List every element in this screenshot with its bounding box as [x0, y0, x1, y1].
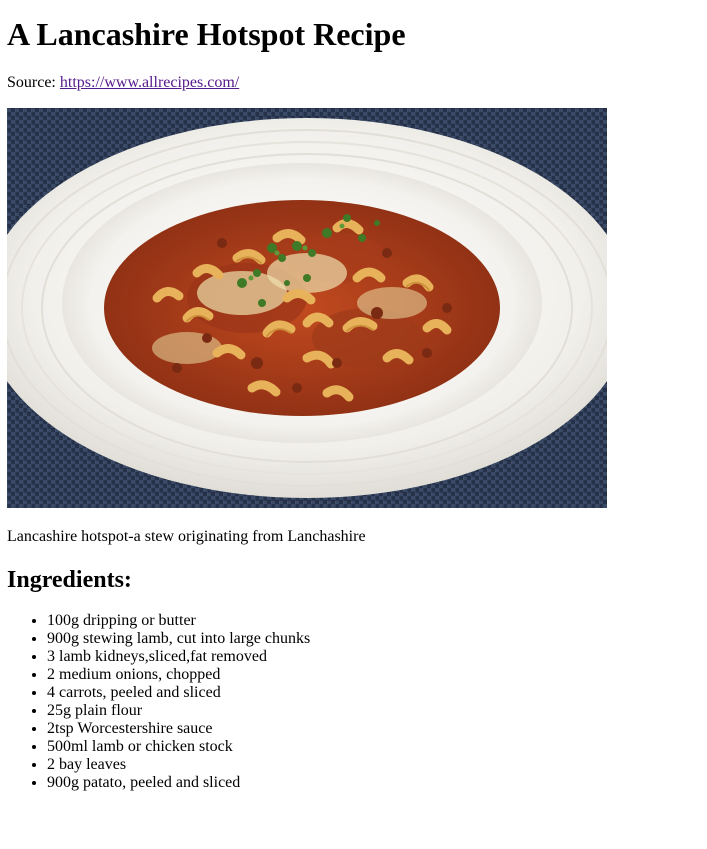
ingredients-list: 100g dripping or butter 900g stewing lam…	[7, 612, 310, 792]
ingredient-item: 900g stewing lamb, cut into large chunks	[47, 630, 310, 648]
ingredient-item: 2 medium onions, chopped	[47, 666, 310, 684]
ingredient-item: 25g plain flour	[47, 702, 310, 720]
ingredient-item: 3 lamb kidneys,sliced,fat removed	[47, 648, 310, 666]
page-title: A Lancashire Hotspot Recipe	[7, 16, 406, 52]
ingredient-item: 4 carrots, peeled and sliced	[47, 684, 310, 702]
stew-food	[104, 200, 500, 416]
ingredients-heading: Ingredients:	[7, 567, 132, 593]
source-link[interactable]: https://www.allrecipes.com/	[60, 74, 239, 91]
ingredient-item: 900g patato, peeled and sliced	[47, 774, 310, 792]
photo-caption: Lancashire hotspot-a stew originating fr…	[7, 528, 366, 545]
ingredient-item: 2tsp Worcestershire sauce	[47, 720, 310, 738]
recipe-photo	[7, 108, 607, 508]
ingredient-item: 2 bay leaves	[47, 756, 310, 774]
source-line: Source: https://www.allrecipes.com/	[7, 74, 239, 92]
ingredient-item: 500ml lamb or chicken stock	[47, 738, 310, 756]
source-label: Source:	[7, 74, 60, 91]
ingredient-item: 100g dripping or butter	[47, 612, 310, 630]
